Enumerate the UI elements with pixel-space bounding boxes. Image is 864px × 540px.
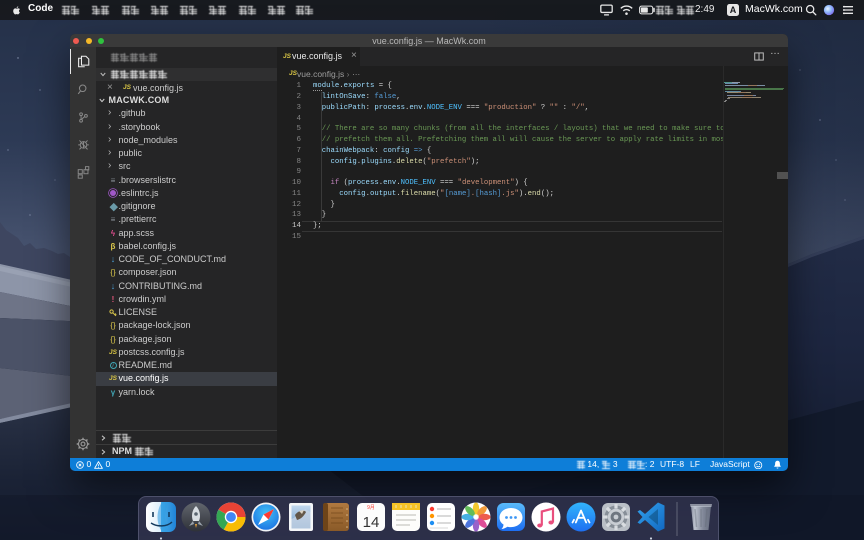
svg-text:14: 14 xyxy=(363,514,380,531)
svg-text:9月: 9月 xyxy=(367,505,375,511)
